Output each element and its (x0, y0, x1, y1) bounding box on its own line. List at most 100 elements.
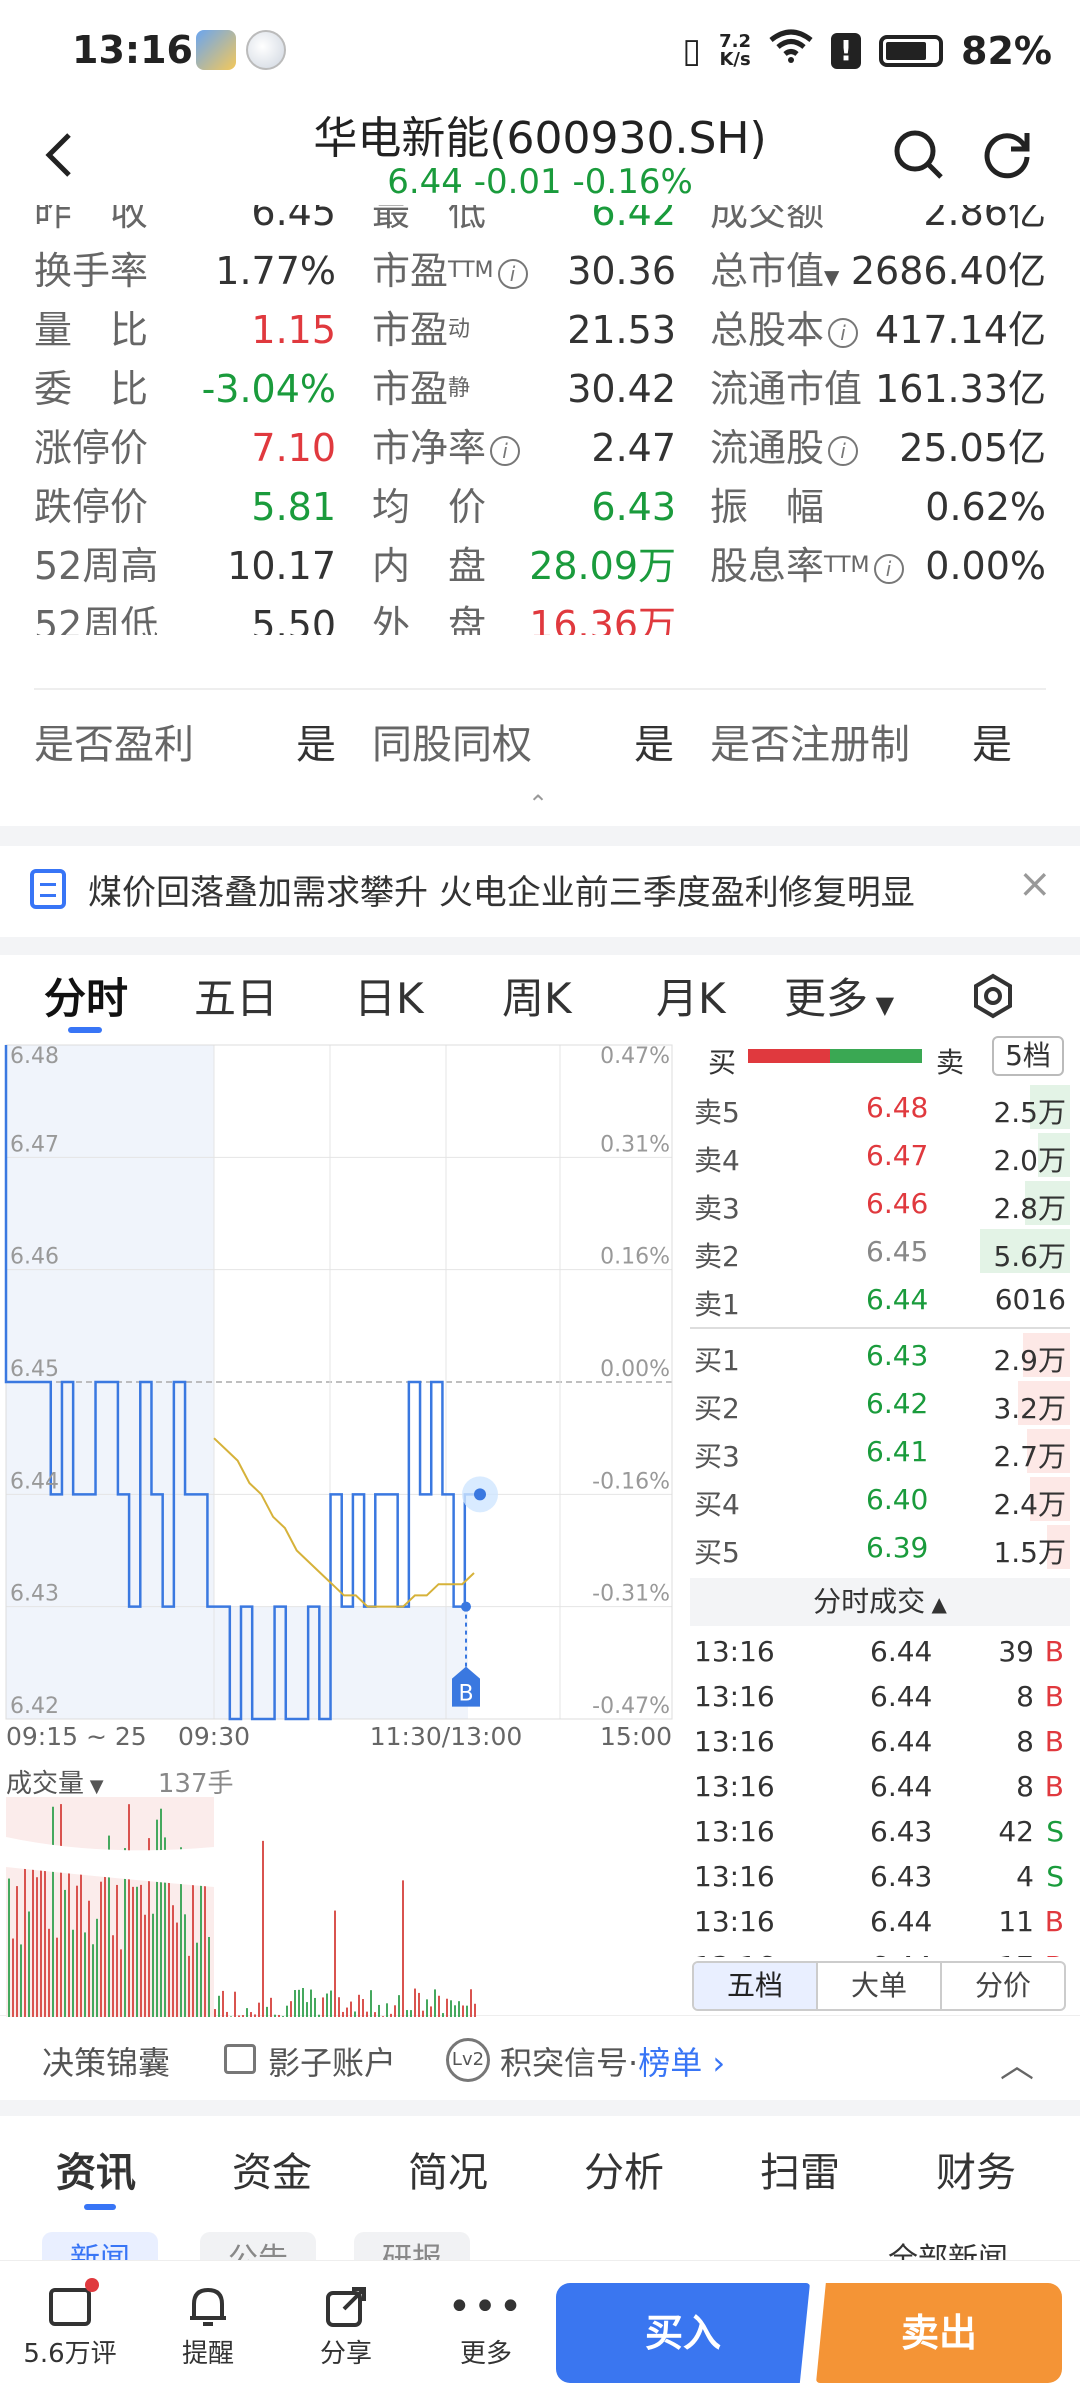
info-icon[interactable]: i (828, 435, 859, 466)
news-banner[interactable]: 煤价回落叠加需求攀升 火电企业前三季度盈利修复明显 × (0, 845, 1080, 937)
metric-label: 委 比 (34, 367, 149, 411)
settings-icon[interactable] (970, 973, 1016, 1023)
close-icon[interactable]: × (1018, 861, 1052, 907)
metric-value: 6.45 (251, 205, 336, 234)
volume-panel[interactable]: 成交量 ▼ 137手 (0, 1757, 680, 2017)
volume-bar (44, 1867, 46, 2017)
volume-bar (184, 1914, 186, 2017)
volume-bar (438, 1995, 440, 2017)
shadow-account-link[interactable]: 影子账户 (268, 2038, 396, 2084)
tick-side: B (1044, 1725, 1064, 1758)
metric-value: 5.81 (251, 485, 336, 529)
volume-bar (80, 1869, 82, 2017)
volume-bar (402, 1880, 404, 2017)
volume-bar (12, 1938, 14, 2017)
tab-more[interactable]: 更多 ▼ (784, 965, 894, 1026)
battery-percent: 82% (961, 28, 1052, 73)
section-gap (0, 937, 1080, 955)
ask-level[interactable]: 卖3 6.46 2.8万 (690, 1179, 1070, 1227)
intraday-chart[interactable]: B 6.48 6.47 6.46 6.45 6.44 6.43 6.42 0.47% 0.31% 0… (0, 1033, 680, 1753)
share-button[interactable]: 分享 (296, 2281, 396, 2370)
tab-big-orders[interactable]: 大单 (818, 1963, 942, 2009)
news-headline[interactable]: 煤价回落叠加需求攀升 火电企业前三季度盈利修复明显 (88, 865, 915, 914)
bid-level[interactable]: 买5 6.39 1.5万 (690, 1523, 1070, 1571)
volume-selector[interactable]: 成交量 (6, 1769, 84, 1799)
volume-bar (334, 1910, 336, 2017)
tab-price-dist[interactable]: 分价 (942, 1963, 1064, 2009)
signal-link[interactable]: 积突信号·榜单 › (500, 2038, 725, 2084)
info-icon[interactable]: i (497, 258, 528, 289)
volume-bar (362, 1999, 364, 2017)
tick-row: 13:16 6.43 4 S (690, 1854, 1070, 1899)
alert-button[interactable]: 提醒 (158, 2281, 258, 2370)
refresh-icon[interactable] (972, 120, 1042, 190)
more-button[interactable]: ••• 更多 (436, 2281, 536, 2370)
bid-level[interactable]: 买3 6.41 2.7万 (690, 1427, 1070, 1475)
marker-dot (461, 1601, 471, 1612)
volume-bar (116, 1884, 118, 2017)
bid-level[interactable]: 买2 6.42 3.2万 (690, 1379, 1070, 1427)
volume-bar (36, 1877, 38, 2017)
dropdown-icon[interactable]: ▼ (824, 265, 839, 289)
info-icon[interactable]: i (490, 435, 521, 466)
volume-bar (394, 2005, 396, 2017)
volume-bar (374, 2012, 376, 2017)
volume-bar (84, 1932, 86, 2017)
info-icon[interactable]: i (828, 317, 859, 348)
volume-bar (442, 2013, 444, 2017)
metric-label: 量 比 (34, 308, 149, 352)
tab-five-day[interactable]: 五日 (194, 965, 278, 1026)
level-volume: 2.4万 (993, 1488, 1066, 1521)
tick-price: 6.44 (870, 1635, 933, 1668)
ask-level[interactable]: 卖5 6.48 2.5万 (690, 1083, 1070, 1131)
ask-level[interactable]: 卖1 6.44 6016 (690, 1275, 1070, 1323)
order-book: 买 卖 5档 卖5 6.48 2.5万 卖4 6.47 2.0万 卖3 6.46 2.8万 卖2 6… (690, 1033, 1080, 2013)
comments-button[interactable]: 5.6万评 (20, 2278, 120, 2370)
volume-bar (40, 1849, 42, 2017)
average-line (213, 1437, 475, 1608)
info-tab[interactable]: 资讯 (56, 2140, 136, 2198)
ticks-header[interactable]: 分时成交 ▲ (690, 1578, 1070, 1626)
ask-level[interactable]: 卖4 6.47 2.0万 (690, 1131, 1070, 1179)
tick-vol: 8 (1016, 1725, 1034, 1758)
dropdown-icon: ▼ (84, 1776, 104, 1797)
volume-bar (330, 1990, 332, 2017)
info-tab[interactable]: 简况 (408, 2140, 488, 2198)
search-icon[interactable] (884, 120, 954, 190)
metric-label: 总市值▼ (710, 249, 840, 293)
ob-ratio-bar-red (748, 1049, 830, 1063)
info-tab[interactable]: 资金 (232, 2140, 312, 2198)
volume-bar (92, 1944, 94, 2017)
chevron-up-icon[interactable]: ︿ (1000, 2038, 1034, 2087)
price-axis-label: 6.42 (10, 1694, 59, 1719)
collapse-caret-icon[interactable]: ⌃ (528, 790, 552, 818)
volume-bar (242, 2015, 244, 2017)
ask-level[interactable]: 卖2 6.45 5.6万 (690, 1227, 1070, 1275)
tab-day-k[interactable]: 日K (354, 965, 424, 1026)
metric-label: 总股本 i (710, 301, 859, 359)
info-tab[interactable]: 分析 (584, 2140, 664, 2198)
decision-kit-link[interactable]: 决策锦囊 (42, 2038, 170, 2084)
buy-button[interactable]: 买入 (556, 2283, 810, 2383)
levels-button[interactable]: 5档 (992, 1036, 1064, 1076)
info-tab[interactable]: 财务 (936, 2140, 1016, 2198)
tab-month-k[interactable]: 月K (656, 965, 726, 1026)
volume-bar (188, 1955, 190, 2017)
sell-button[interactable]: 卖出 (816, 2283, 1062, 2383)
weather-icon (196, 30, 236, 70)
tick-side: B (1044, 1680, 1064, 1713)
ob-ratio-bar-green (830, 1049, 922, 1063)
bid-level[interactable]: 买4 6.40 2.4万 (690, 1475, 1070, 1523)
tab-five-levels[interactable]: 五档 (694, 1963, 818, 2009)
info-tab[interactable]: 扫雷 (760, 2140, 840, 2198)
metric-label: 市净率 i (372, 419, 521, 477)
tab-week-k[interactable]: 周K (502, 965, 572, 1026)
bid-level[interactable]: 买1 6.43 2.9万 (690, 1331, 1070, 1379)
volume-bar (446, 1998, 448, 2017)
level-price: 6.48 (866, 1091, 929, 1124)
info-icon[interactable]: i (873, 553, 904, 584)
level-volume: 3.2万 (993, 1392, 1066, 1425)
chevron-right-icon: › (702, 2044, 726, 2082)
tab-intraday[interactable]: 分时 (44, 965, 128, 1026)
level-price: 6.47 (866, 1139, 929, 1172)
